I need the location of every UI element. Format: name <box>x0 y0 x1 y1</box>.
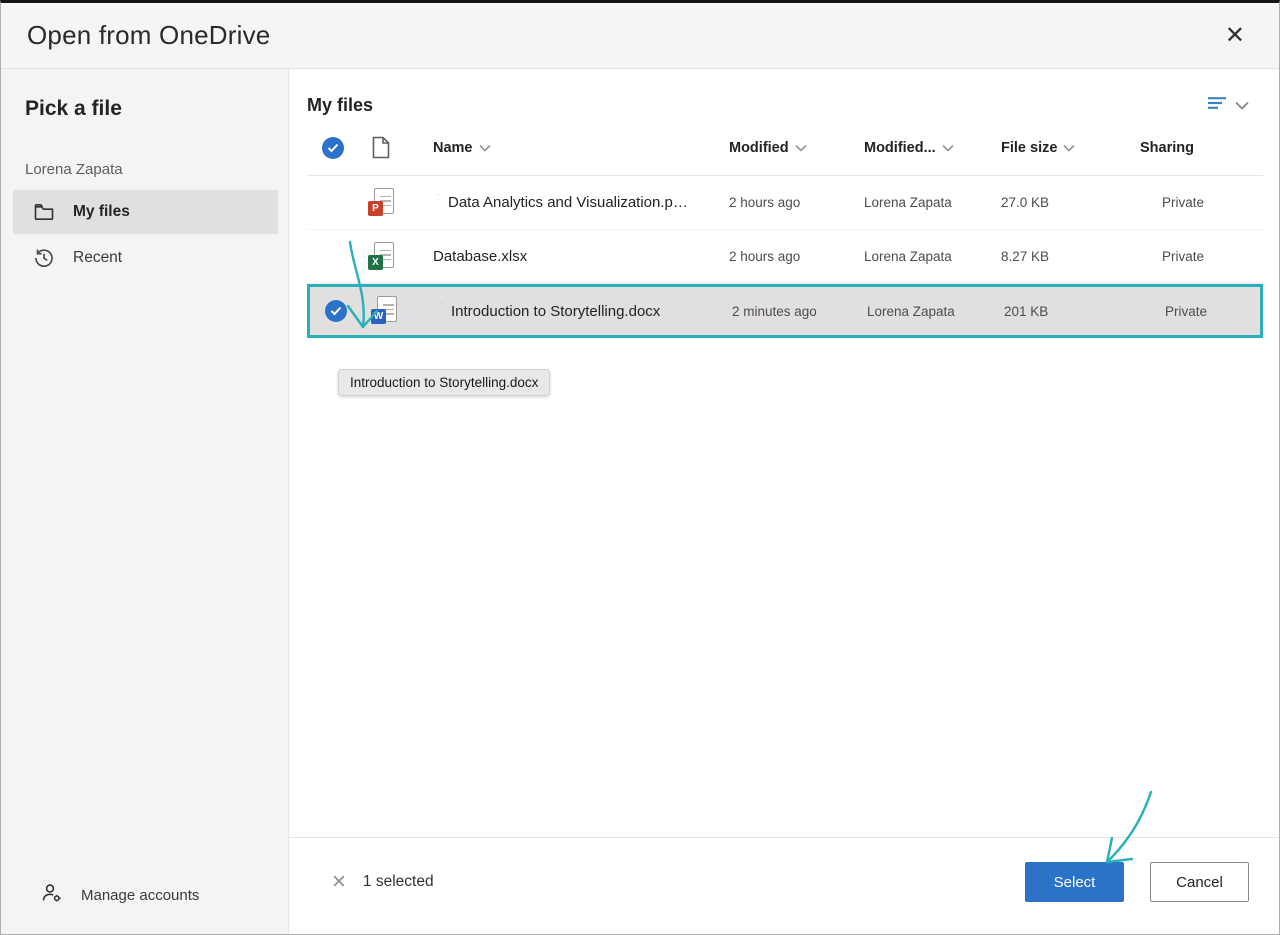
sidebar-heading: Pick a file <box>1 97 288 121</box>
cancel-button[interactable]: Cancel <box>1150 862 1249 902</box>
dialog-titlebar: Open from OneDrive ✕ <box>1 3 1279 69</box>
folder-icon <box>33 201 55 223</box>
chevron-down-icon <box>795 144 807 152</box>
table-row-selected[interactable]: W Introduction to Storytelling.docx 2 mi… <box>307 284 1263 338</box>
sidebar-item-label: Recent <box>73 249 122 267</box>
word-file-icon: W <box>371 296 397 326</box>
file-modified: 2 hours ago <box>729 195 864 210</box>
select-button[interactable]: Select <box>1025 862 1124 902</box>
sidebar: Pick a file Lorena Zapata My files Recen… <box>1 69 289 934</box>
file-name[interactable]: Database.xlsx <box>403 248 729 265</box>
column-header-modified[interactable]: Modified <box>729 140 864 156</box>
history-icon <box>33 247 55 269</box>
sort-lines-icon <box>1207 96 1227 115</box>
sidebar-item-recent[interactable]: Recent <box>13 236 278 280</box>
file-size: 27.0 KB <box>1001 195 1140 210</box>
account-name: Lorena Zapata <box>1 161 288 178</box>
chevron-down-icon <box>1063 144 1075 152</box>
chevron-down-icon <box>479 144 491 152</box>
excel-file-icon: X <box>368 242 394 272</box>
table-row[interactable]: X Database.xlsx 2 hours ago Lorena Zapat… <box>307 230 1263 284</box>
file-size: 8.27 KB <box>1001 249 1140 264</box>
manage-accounts-button[interactable]: Manage accounts <box>1 882 288 934</box>
file-type-column-icon <box>359 136 403 159</box>
column-header-modified-by[interactable]: Modified... <box>864 140 1001 156</box>
file-picker-main: My files <box>289 69 1279 934</box>
column-header-file-size[interactable]: File size <box>1001 140 1140 156</box>
file-sharing: Private <box>1143 304 1266 319</box>
column-header-name[interactable]: Name <box>403 140 729 156</box>
onedrive-open-dialog: Open from OneDrive ✕ Pick a file Lorena … <box>0 0 1280 935</box>
table-row[interactable]: P Data Analytics and Visualization.p… 2 … <box>307 176 1263 230</box>
file-modified-by: Lorena Zapata <box>864 195 1001 210</box>
chevron-down-icon <box>942 144 954 152</box>
small-arrow-annotation-icon <box>433 194 446 202</box>
chevron-down-icon <box>1235 97 1249 115</box>
file-name[interactable]: Data Analytics and Visualization.p… <box>403 194 729 211</box>
file-size: 201 KB <box>1004 304 1143 319</box>
files-heading: My files <box>307 95 373 116</box>
file-modified: 2 minutes ago <box>732 304 867 319</box>
picker-footer: ✕ 1 selected Select Cancel <box>289 837 1279 934</box>
dialog-title: Open from OneDrive <box>27 20 270 51</box>
row-checkbox-checked[interactable] <box>310 300 362 322</box>
selected-count: 1 selected <box>363 873 434 891</box>
table-header-row: Name Modified Modified... File size Shar… <box>307 120 1263 176</box>
column-header-sharing: Sharing <box>1140 140 1263 156</box>
sidebar-item-label: My files <box>73 203 130 221</box>
clear-selection-icon[interactable]: ✕ <box>331 871 347 894</box>
powerpoint-file-icon: P <box>368 188 394 218</box>
close-button[interactable]: ✕ <box>1217 18 1253 54</box>
file-modified-by: Lorena Zapata <box>867 304 1004 319</box>
file-sharing: Private <box>1140 249 1263 264</box>
checked-circle-icon <box>325 300 347 322</box>
view-options-button[interactable] <box>1207 96 1249 115</box>
sidebar-item-my-files[interactable]: My files <box>13 190 278 234</box>
file-sharing: Private <box>1140 195 1263 210</box>
file-modified: 2 hours ago <box>729 249 864 264</box>
person-gear-icon <box>41 882 63 908</box>
manage-accounts-label: Manage accounts <box>81 887 199 904</box>
file-modified-by: Lorena Zapata <box>864 249 1001 264</box>
file-name[interactable]: Introduction to Storytelling.docx <box>406 303 732 320</box>
small-arrow-annotation-icon <box>436 303 449 311</box>
filename-tooltip: Introduction to Storytelling.docx <box>338 369 550 396</box>
checked-circle-icon <box>322 137 344 159</box>
select-all-checkbox[interactable] <box>307 137 359 159</box>
